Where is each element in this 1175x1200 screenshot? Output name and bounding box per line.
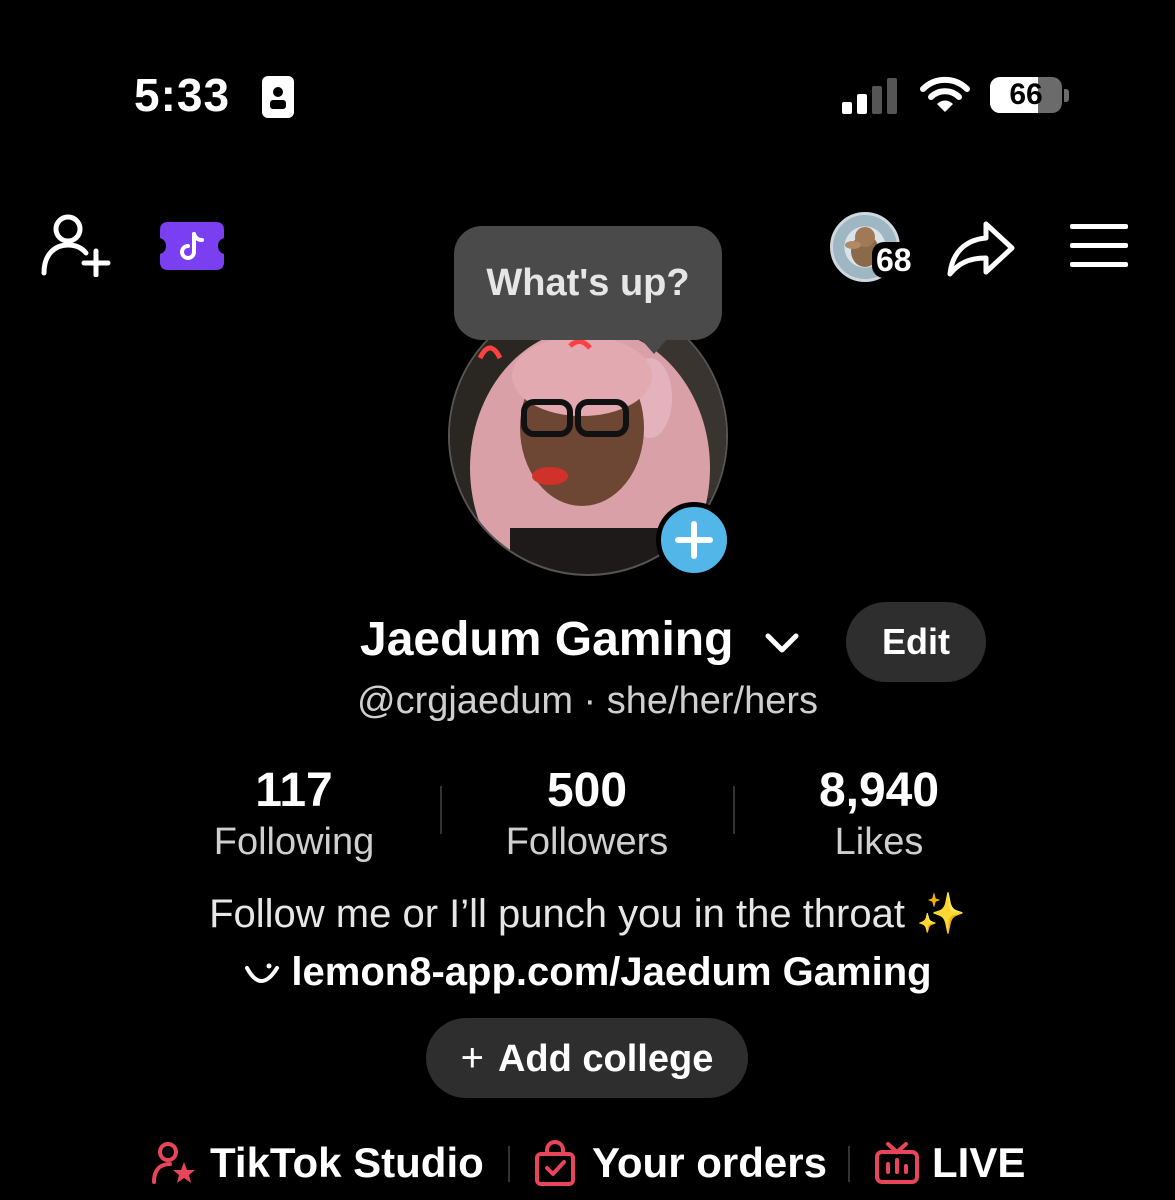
edit-profile-button[interactable]: Edit bbox=[846, 602, 986, 682]
battery-indicator: 66 bbox=[990, 77, 1069, 113]
add-college-label: Add college bbox=[497, 1038, 714, 1080]
story-count-badge: 68 bbox=[872, 242, 916, 278]
chevron-down-icon[interactable] bbox=[764, 628, 800, 656]
profile-name[interactable]: Jaedum Gaming bbox=[360, 612, 733, 667]
bio-link-text: lemon8-app.com/Jaedum Gaming bbox=[291, 950, 932, 994]
stat-divider bbox=[733, 786, 735, 834]
bio-text: Follow me or I’ll punch you in the throa… bbox=[209, 892, 905, 936]
lemon8-smile-icon bbox=[245, 963, 280, 984]
tooltip-text: What's up? bbox=[486, 262, 690, 304]
live-tv-icon[interactable] bbox=[874, 1140, 920, 1186]
wifi-icon bbox=[920, 76, 970, 112]
stat-label: Following bbox=[213, 821, 375, 863]
stat-value: 8,940 bbox=[818, 764, 940, 817]
studio-icon[interactable] bbox=[150, 1140, 196, 1186]
live-link[interactable]: LIVE bbox=[932, 1140, 1025, 1186]
add-college-button[interactable]: + Add college bbox=[426, 1018, 748, 1098]
avatar-add-button[interactable] bbox=[656, 502, 732, 578]
your-orders-link[interactable]: Your orders bbox=[592, 1140, 827, 1186]
profile-handle: @crgjaedum · she/her/hers bbox=[357, 680, 818, 722]
portrait-lock-icon bbox=[262, 76, 294, 118]
whats-up-tooltip[interactable]: What's up? bbox=[454, 226, 722, 340]
link-divider bbox=[848, 1146, 850, 1182]
profile-bio: Follow me or I’ll punch you in the throa… bbox=[0, 890, 1175, 937]
stat-likes[interactable]: 8,940 Likes bbox=[759, 762, 999, 864]
stat-followers[interactable]: 500 Followers bbox=[467, 762, 707, 864]
stat-label: Likes bbox=[834, 821, 924, 863]
stat-value: 117 bbox=[255, 764, 333, 817]
stat-divider bbox=[440, 786, 442, 834]
tooltip-tail bbox=[640, 338, 668, 354]
stat-value: 500 bbox=[546, 764, 628, 817]
cellular-signal-icon bbox=[842, 78, 897, 114]
sparkles-emoji: ✨ bbox=[916, 892, 966, 936]
battery-percentage: 66 bbox=[1009, 78, 1043, 111]
stat-label: Followers bbox=[505, 821, 669, 863]
tiktok-studio-link[interactable]: TikTok Studio bbox=[210, 1140, 484, 1186]
orders-bag-icon[interactable] bbox=[532, 1140, 578, 1186]
menu-icon[interactable] bbox=[1070, 222, 1128, 270]
stat-following[interactable]: 117 Following bbox=[174, 762, 414, 864]
tiktok-ticket-icon[interactable] bbox=[160, 222, 224, 270]
share-icon[interactable] bbox=[946, 218, 1016, 278]
bio-link[interactable]: lemon8-app.com/Jaedum Gaming bbox=[0, 950, 1175, 995]
link-divider bbox=[508, 1146, 510, 1182]
plus-icon: + bbox=[460, 1036, 484, 1080]
status-time: 5:33 bbox=[134, 69, 231, 121]
add-friend-icon[interactable] bbox=[40, 213, 112, 277]
